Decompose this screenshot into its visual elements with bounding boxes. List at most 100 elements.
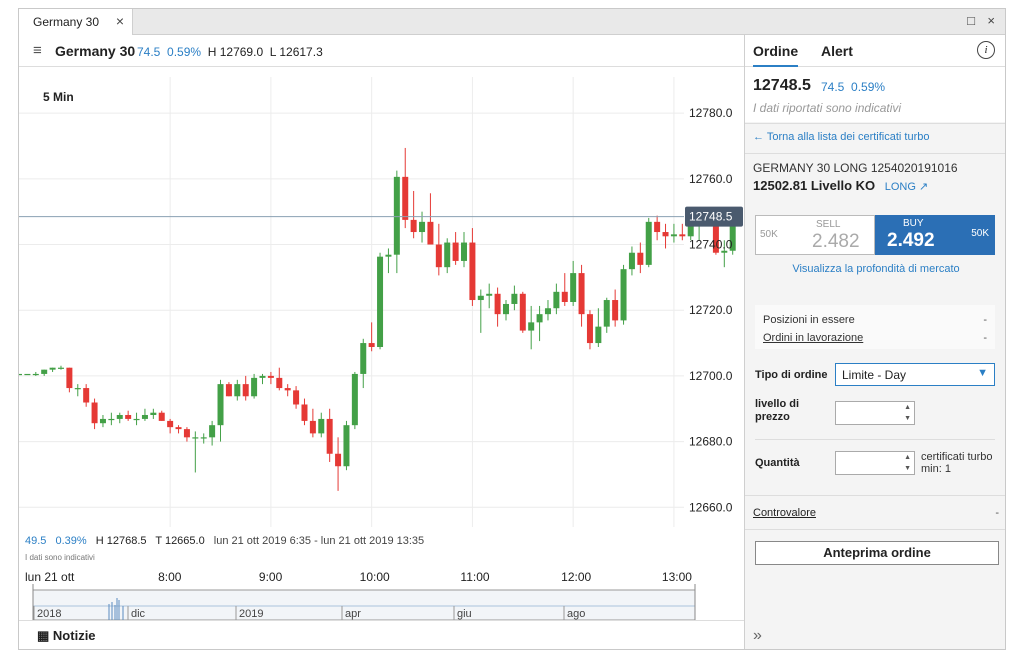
sell-quantity: 50K (760, 229, 778, 240)
market-depth-link[interactable]: Visualizza la profondità di mercato (745, 263, 1005, 275)
positions-box: Posizioni in essere - Ordini in lavorazi… (755, 305, 995, 349)
x-tick-label: 11:00 (460, 570, 489, 584)
candle-up (444, 242, 451, 268)
candle-up (259, 375, 266, 378)
candle-up (536, 314, 543, 323)
interval-label[interactable]: 5 Min (43, 90, 74, 104)
candle-up (570, 273, 577, 302)
long-link[interactable]: LONG ↗ (885, 181, 928, 193)
chart-summary: 49.5 0.39% H 12768.5 T 12665.0 lun 21 ot… (25, 535, 424, 547)
news-label: Notizie (52, 628, 96, 643)
candle-up (502, 303, 509, 315)
indicative-note: I dati riportati sono indicativi (753, 101, 902, 115)
candle-down (637, 252, 644, 265)
order-type-value: Limite - Day (842, 368, 907, 382)
buy-quantity: 50K (971, 228, 989, 239)
candle-down (452, 242, 459, 261)
candle-down (284, 388, 291, 391)
quantity-hint: certificati turbo min: 1 (921, 451, 993, 475)
candle-up (553, 291, 560, 309)
y-tick-label: 12780.0 (689, 106, 733, 120)
header-change-pct: 0.59% (167, 45, 202, 59)
price-level-input[interactable]: ▲ ▼ (835, 401, 915, 425)
candle-down (494, 293, 501, 315)
menu-icon[interactable]: ≡ (33, 42, 42, 59)
candle-up (461, 242, 468, 261)
candlestick-chart[interactable]: 12748.5 12780.0 12760.0 12740.0 12720.0 1270… (19, 67, 744, 591)
close-window-icon[interactable]: × (987, 13, 995, 28)
candle-down (183, 429, 190, 438)
header-high: H 12769.0 (207, 45, 264, 59)
orders-link[interactable]: Ordini in lavorazione (763, 332, 863, 344)
y-tick-label: 12760.0 (689, 172, 733, 186)
expand-panel-icon[interactable]: » (753, 627, 762, 645)
order-type-label: Tipo di ordine (755, 369, 828, 381)
candle-down (578, 273, 585, 315)
candle-up (628, 252, 635, 270)
instrument-header: ≡ Germany 30 74.5 0.59% H 12769.0 L 1261… (19, 35, 744, 67)
candle-down (586, 314, 593, 344)
time-navigator[interactable]: 2018 dic 2019 apr giu ago (19, 584, 744, 620)
header-change: 74.5 (137, 45, 161, 59)
candle-up (49, 367, 56, 370)
buy-label: BUY (903, 218, 924, 229)
candle-down (612, 300, 619, 321)
tab-germany-30[interactable]: Germany 30 × (19, 9, 133, 35)
candle-up (393, 176, 400, 255)
quantity-input[interactable]: ▲ ▼ (835, 451, 915, 475)
quantity-label: Quantità (755, 457, 800, 469)
instrument-quote: 74.5 0.59% H 12769.0 L 12617.3 (137, 45, 323, 59)
tab-ordine[interactable]: Ordine (753, 43, 799, 67)
candle-up (200, 437, 207, 439)
candle-down (309, 420, 316, 434)
candle-up (645, 221, 652, 265)
panel-change-value: 74.5 (821, 80, 845, 94)
controvalore-label[interactable]: Controvalore (753, 507, 816, 519)
instrument-title: Germany 30 (55, 43, 136, 59)
navigator-label: 2018 (37, 608, 61, 620)
orders-value: - (983, 332, 987, 344)
candle-down (293, 390, 300, 405)
candle-up (74, 388, 81, 390)
divider (745, 123, 1005, 124)
x-tick-label: 9:00 (259, 570, 283, 584)
preview-order-button[interactable]: Anteprima ordine (755, 541, 999, 565)
candle-down (402, 176, 409, 220)
candle-up (192, 437, 199, 439)
candle-down (276, 377, 283, 389)
candle-up (351, 373, 358, 426)
candle-down (267, 375, 274, 378)
buy-button[interactable]: BUY 2.492 50K (875, 215, 995, 255)
candle-down (66, 367, 73, 389)
tab-alert[interactable]: Alert (821, 43, 853, 59)
close-tab-icon[interactable]: × (116, 13, 124, 29)
candle-down (469, 242, 476, 301)
summary-change: 49.5 (25, 535, 46, 547)
news-bar[interactable]: ▦ Notizie (19, 620, 744, 649)
candle-up (477, 295, 484, 301)
sell-price: 2.482 (812, 231, 860, 252)
candle-up (24, 373, 31, 376)
restore-window-icon[interactable]: □ (967, 13, 975, 28)
price-level-stepper-icon[interactable]: ▲ ▼ (904, 402, 911, 424)
divider (745, 153, 1005, 154)
order-type-select[interactable]: Limite - Day ▼ (835, 363, 995, 386)
candle-down (410, 219, 417, 233)
summary-t: T 12665.0 (155, 535, 204, 547)
candle-down (662, 232, 669, 237)
quantity-stepper-icon[interactable]: ▲ ▼ (904, 452, 911, 474)
y-tick-label: 12740.0 (689, 238, 733, 252)
candle-up (360, 343, 367, 374)
sell-button[interactable]: 50K SELL 2.482 (755, 215, 875, 255)
back-to-list-link[interactable]: ← Torna alla lista dei certificati turbo (753, 131, 930, 143)
y-tick-label: 12680.0 (689, 435, 733, 449)
candle-up (544, 308, 551, 315)
info-icon[interactable]: i (977, 41, 995, 59)
candle-down (335, 453, 342, 467)
news-icon: ▦ (37, 628, 50, 643)
tab-label: Germany 30 (33, 15, 100, 29)
candle-down (326, 418, 333, 454)
navigator-label: dic (131, 608, 146, 620)
candle-down (225, 384, 232, 397)
positions-link[interactable]: Posizioni in essere (763, 314, 855, 326)
